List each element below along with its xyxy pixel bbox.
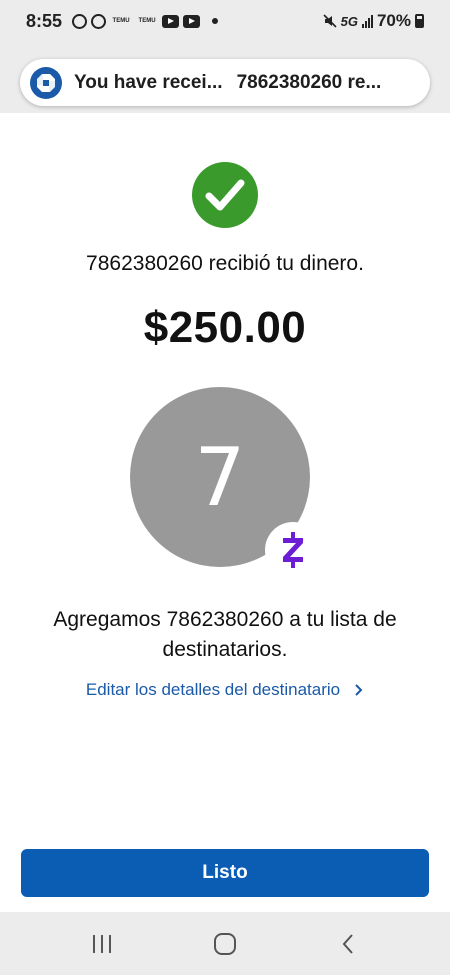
status-bar-right: 5G 70% xyxy=(323,11,424,31)
more-notifications-dot-icon xyxy=(212,18,219,24)
avatar-initial: 7 xyxy=(194,430,246,524)
status-time: 8:55 xyxy=(26,10,63,31)
edit-recipient-label: Editar los detalles del destinatario xyxy=(85,680,341,699)
zelle-badge xyxy=(265,522,321,578)
checkmark-icon xyxy=(205,179,245,211)
status-bar: 8:55 TEMU TEMU 5G 70% xyxy=(0,0,450,42)
notification-subtitle: 7862380260 re... xyxy=(236,71,382,93)
back-button[interactable] xyxy=(328,924,368,964)
notification-banner[interactable]: You have recei... 7862380260 re... xyxy=(20,59,430,106)
network-type-label: 5G xyxy=(340,13,358,29)
mute-icon xyxy=(323,14,337,28)
chase-logo-icon xyxy=(30,66,62,99)
amount-sent: $250.00 xyxy=(143,303,307,352)
zelle-icon xyxy=(283,532,303,568)
system-nav-bar xyxy=(0,912,450,975)
home-icon xyxy=(213,932,236,955)
youtube-icon xyxy=(183,14,201,28)
battery-percent: 70% xyxy=(376,11,411,30)
notification-title: You have recei... xyxy=(74,71,223,93)
back-icon xyxy=(342,933,354,954)
temu-icon: TEMU xyxy=(138,18,156,24)
chevron-right-icon xyxy=(355,684,363,696)
done-button[interactable]: Listo xyxy=(21,849,429,897)
battery-icon xyxy=(415,14,424,28)
received-message: 7862380260 recibió tu dinero. xyxy=(86,252,364,275)
temu-icon: TEMU xyxy=(112,18,130,24)
edit-recipient-link[interactable]: Editar los detalles del destinatario xyxy=(0,680,450,700)
whatsapp-icon xyxy=(72,13,88,29)
notification-text: You have recei... 7862380260 re... xyxy=(74,72,381,94)
added-to-recipients-message: Agregamos 7862380260 a tu lista de desti… xyxy=(53,608,397,661)
signal-icon xyxy=(361,14,373,28)
success-check xyxy=(192,162,258,228)
recent-apps-button[interactable] xyxy=(82,924,122,964)
chase-notification-icon xyxy=(91,13,107,29)
recent-apps-icon xyxy=(92,934,111,953)
youtube-icon xyxy=(162,14,180,28)
home-button[interactable] xyxy=(205,924,245,964)
status-bar-left: 8:55 TEMU TEMU xyxy=(26,10,219,32)
